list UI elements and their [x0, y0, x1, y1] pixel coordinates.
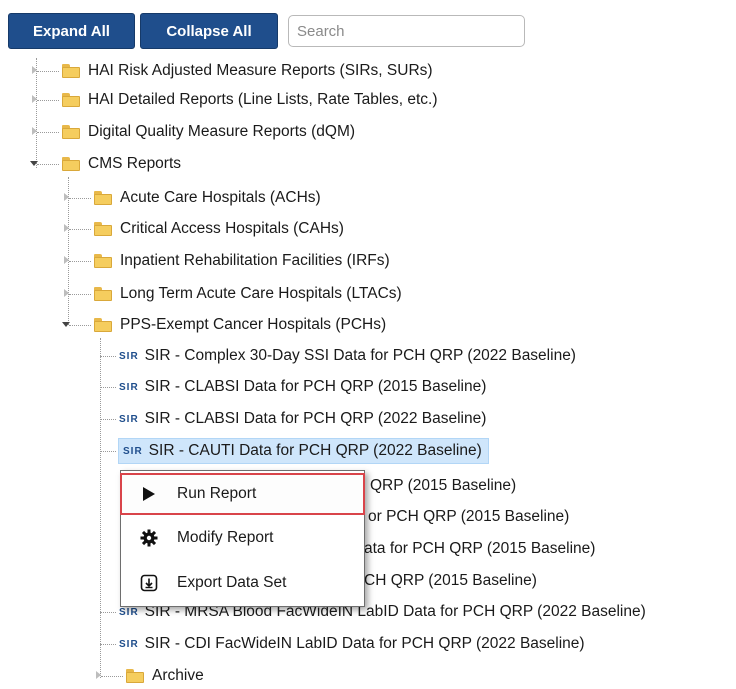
tree-folder-archive[interactable]: Archive	[96, 663, 204, 689]
sir-badge-icon: SIR	[123, 445, 143, 457]
report-label: SIR - CLABSI Data for PCH QRP (2022 Base…	[144, 410, 487, 427]
tree-report-item[interactable]: SIR SIR - CDI FacWideIN LabID Data for P…	[100, 631, 585, 657]
folder-icon	[62, 125, 80, 139]
play-icon	[121, 486, 177, 502]
tree-folder-ltacs[interactable]: Long Term Acute Care Hospitals (LTACs)	[64, 281, 402, 307]
export-data-set-menu-item[interactable]: Export Data Set	[121, 563, 364, 603]
collapse-all-button[interactable]: Collapse All	[140, 13, 278, 49]
tree-node-label: Archive	[152, 667, 204, 684]
menu-item-label: Export Data Set	[177, 574, 287, 591]
tree-node-label: PPS-Exempt Cancer Hospitals (PCHs)	[120, 316, 387, 333]
folder-icon	[94, 222, 112, 236]
tree-node-label: Critical Access Hospitals (CAHs)	[120, 220, 344, 237]
report-label: SIR - Complex 30-Day SSI Data for PCH QR…	[144, 347, 576, 364]
tree-node-label: HAI Detailed Reports (Line Lists, Rate T…	[88, 91, 438, 108]
tree-folder-cms-reports[interactable]: CMS Reports	[30, 151, 182, 177]
download-icon	[121, 574, 177, 592]
search-input[interactable]	[288, 15, 525, 47]
folder-icon	[62, 64, 80, 78]
tree-report-item[interactable]: SIR SIR - CLABSI Data for PCH QRP (2022 …	[100, 406, 486, 432]
modify-report-menu-item[interactable]: Modify Report	[121, 518, 364, 558]
report-label: SIR - CAUTI Data for PCH QRP (2022 Basel…	[148, 442, 482, 459]
sir-badge-icon: SIR	[119, 638, 139, 650]
tree-report-item[interactable]: or PCH QRP (2015 Baseline)	[368, 504, 569, 530]
tree-report-item[interactable]: SIR SIR - Complex 30-Day SSI Data for PC…	[100, 343, 576, 369]
tree-folder-hai-risk-adjusted[interactable]: HAI Risk Adjusted Measure Reports (SIRs,…	[32, 58, 433, 84]
sir-badge-icon: SIR	[119, 350, 139, 362]
report-label: CH QRP (2015 Baseline)	[364, 572, 537, 589]
gear-icon	[121, 529, 177, 547]
expand-all-button[interactable]: Expand All	[8, 13, 135, 49]
tree-folder-hai-detailed[interactable]: HAI Detailed Reports (Line Lists, Rate T…	[32, 87, 437, 113]
sir-badge-icon: SIR	[119, 413, 139, 425]
tree-node-label: Acute Care Hospitals (ACHs)	[120, 189, 321, 206]
tree-node-label: Long Term Acute Care Hospitals (LTACs)	[120, 285, 402, 302]
folder-icon	[94, 191, 112, 205]
tree-report-item[interactable]: SIR SIR - CLABSI Data for PCH QRP (2015 …	[100, 374, 486, 400]
report-label: ata for PCH QRP (2015 Baseline)	[364, 540, 596, 557]
sir-badge-icon: SIR	[119, 381, 139, 393]
tree-node-label: Inpatient Rehabilitation Facilities (IRF…	[120, 252, 390, 269]
sir-badge-icon: SIR	[119, 606, 139, 618]
folder-icon	[126, 669, 144, 683]
tree-report-item[interactable]: QRP (2015 Baseline)	[370, 473, 516, 499]
folder-icon	[94, 287, 112, 301]
folder-icon	[62, 93, 80, 107]
context-menu: Run Report Modify Report Export Data Set	[120, 470, 365, 607]
tree-report-item[interactable]: ata for PCH QRP (2015 Baseline)	[364, 536, 595, 562]
report-label: SIR - CDI FacWideIN LabID Data for PCH Q…	[144, 635, 585, 652]
tree-folder-achs[interactable]: Acute Care Hospitals (ACHs)	[64, 185, 321, 211]
tree-node-label: HAI Risk Adjusted Measure Reports (SIRs,…	[88, 62, 433, 79]
folder-icon	[62, 157, 80, 171]
folder-icon	[94, 318, 112, 332]
tree-folder-pchs[interactable]: PPS-Exempt Cancer Hospitals (PCHs)	[62, 312, 387, 338]
tree-node-label: Digital Quality Measure Reports (dQM)	[88, 123, 356, 140]
selected-highlight: SIR SIR - CAUTI Data for PCH QRP (2022 B…	[118, 438, 489, 464]
menu-item-label: Modify Report	[177, 529, 274, 546]
tree-node-label: CMS Reports	[88, 155, 182, 172]
run-report-menu-item[interactable]: Run Report	[120, 473, 365, 515]
menu-item-label: Run Report	[177, 485, 257, 502]
tree-report-item[interactable]: CH QRP (2015 Baseline)	[364, 568, 537, 594]
folder-icon	[94, 254, 112, 268]
report-label: QRP (2015 Baseline)	[370, 477, 517, 494]
tree-folder-cahs[interactable]: Critical Access Hospitals (CAHs)	[64, 216, 344, 242]
tree-report-item-selected[interactable]: SIR SIR - CAUTI Data for PCH QRP (2022 B…	[100, 438, 489, 464]
tree-folder-dqm[interactable]: Digital Quality Measure Reports (dQM)	[32, 119, 355, 145]
tree-folder-irfs[interactable]: Inpatient Rehabilitation Facilities (IRF…	[64, 248, 390, 274]
report-label: SIR - CLABSI Data for PCH QRP (2015 Base…	[144, 378, 487, 395]
report-label: or PCH QRP (2015 Baseline)	[368, 508, 570, 525]
